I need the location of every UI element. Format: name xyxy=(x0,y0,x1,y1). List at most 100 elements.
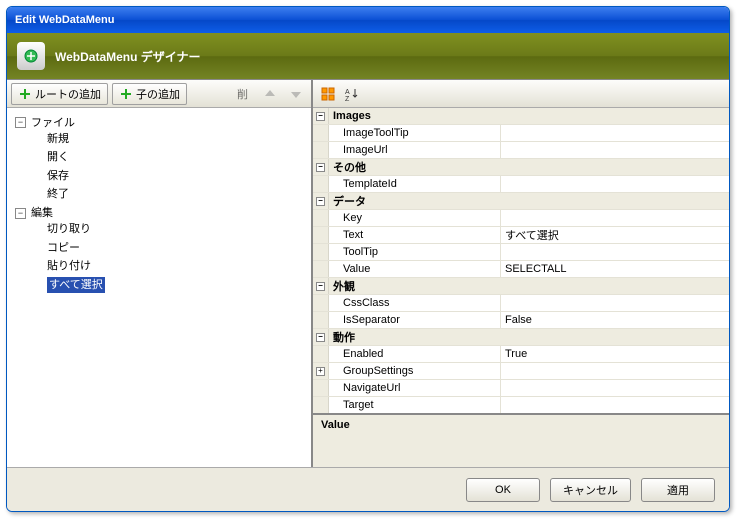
tree-item-label: すべて選択 xyxy=(47,277,105,293)
property-row[interactable]: ImageToolTip xyxy=(313,125,729,142)
category-name: 動作 xyxy=(329,329,501,345)
move-down-button[interactable] xyxy=(285,83,307,105)
tree-item[interactable]: 切り取り xyxy=(29,221,93,237)
tree-item-label: 新規 xyxy=(47,131,69,147)
property-value[interactable] xyxy=(501,295,729,311)
tree-node: 切り取り xyxy=(29,221,307,240)
tree-item[interactable]: すべて選択 xyxy=(29,277,107,293)
property-value[interactable] xyxy=(501,363,729,379)
add-child-button[interactable]: 子の追加 xyxy=(112,83,187,105)
property-row[interactable]: +GroupSettings xyxy=(313,363,729,380)
tree-item[interactable]: 新規 xyxy=(29,131,71,147)
row-gutter xyxy=(313,125,329,141)
minus-icon: − xyxy=(316,282,325,291)
cancel-button[interactable]: キャンセル xyxy=(550,478,631,502)
alpha-sort-icon[interactable]: AZ xyxy=(343,85,361,103)
delete-button[interactable]: 削 xyxy=(230,83,255,105)
tree-item-label: 開く xyxy=(47,149,69,165)
designer-title: WebDataMenu デザイナー xyxy=(55,48,201,65)
category-name: Images xyxy=(329,108,501,124)
tree-item[interactable]: コピー xyxy=(29,240,82,256)
apply-button[interactable]: 適用 xyxy=(641,478,715,502)
category-expander[interactable]: − xyxy=(313,278,329,294)
property-category[interactable]: −外観 xyxy=(313,278,729,295)
property-name: Target xyxy=(329,397,501,413)
category-expander[interactable]: − xyxy=(313,193,329,209)
title-bar[interactable]: Edit WebDataMenu xyxy=(7,7,729,33)
tree-item[interactable]: 開く xyxy=(29,149,71,165)
dialog-window: Edit WebDataMenu WebDataMenu デザイナー ルートの追… xyxy=(6,6,730,512)
svg-text:Z: Z xyxy=(345,96,350,101)
property-row[interactable]: Key xyxy=(313,210,729,227)
property-value[interactable] xyxy=(501,210,729,226)
tree-item[interactable]: 終了 xyxy=(29,186,71,202)
row-gutter xyxy=(313,295,329,311)
property-value[interactable] xyxy=(501,244,729,260)
row-gutter xyxy=(313,176,329,192)
tree-expander-none xyxy=(31,242,42,253)
plus-icon[interactable]: + xyxy=(316,367,325,376)
category-expander[interactable]: − xyxy=(313,159,329,175)
plus-green-icon xyxy=(18,87,32,101)
tree-item[interactable]: 貼り付け xyxy=(29,258,93,274)
tree-item[interactable]: −編集 xyxy=(13,205,55,221)
property-row[interactable]: ImageUrl xyxy=(313,142,729,159)
property-name: Enabled xyxy=(329,346,501,362)
categorized-icon[interactable] xyxy=(319,85,337,103)
property-category[interactable]: −データ xyxy=(313,193,729,210)
add-child-label: 子の追加 xyxy=(136,86,180,102)
property-row[interactable]: ValueSELECTALL xyxy=(313,261,729,278)
minus-icon: − xyxy=(316,112,325,121)
menu-tree[interactable]: −ファイル新規開く保存終了−編集切り取りコピー貼り付けすべて選択 xyxy=(7,108,311,467)
tree-expander-none xyxy=(31,279,42,290)
left-pane: ルートの追加 子の追加 削 xyxy=(7,80,313,467)
tree-item-label: ファイル xyxy=(31,115,75,131)
tree-node: 保存 xyxy=(29,168,307,187)
property-value[interactable]: すべて選択 xyxy=(501,227,729,243)
property-row[interactable]: Target xyxy=(313,397,729,413)
tree-expander-none xyxy=(31,133,42,144)
row-gutter xyxy=(313,227,329,243)
property-value[interactable]: False xyxy=(501,312,729,328)
tree-toolbar: ルートの追加 子の追加 削 xyxy=(7,80,311,108)
property-row[interactable]: TemplateId xyxy=(313,176,729,193)
property-row[interactable]: Textすべて選択 xyxy=(313,227,729,244)
property-row[interactable]: NavigateUrl xyxy=(313,380,729,397)
tree-item[interactable]: 保存 xyxy=(29,168,71,184)
tree-node: −編集切り取りコピー貼り付けすべて選択 xyxy=(13,205,307,296)
add-root-button[interactable]: ルートの追加 xyxy=(11,83,108,105)
property-value[interactable] xyxy=(501,125,729,141)
tree-node: 貼り付け xyxy=(29,258,307,277)
property-row[interactable]: EnabledTrue xyxy=(313,346,729,363)
property-name: NavigateUrl xyxy=(329,380,501,396)
tree-expander[interactable]: − xyxy=(15,208,26,219)
tree-node: 終了 xyxy=(29,186,307,205)
property-name: CssClass xyxy=(329,295,501,311)
category-expander[interactable]: − xyxy=(313,329,329,345)
ok-button[interactable]: OK xyxy=(466,478,540,502)
property-value[interactable]: True xyxy=(501,346,729,362)
property-name: TemplateId xyxy=(329,176,501,192)
row-gutter xyxy=(313,380,329,396)
property-grid[interactable]: −ImagesImageToolTipImageUrl−その他TemplateI… xyxy=(313,108,729,413)
property-row[interactable]: CssClass xyxy=(313,295,729,312)
property-row[interactable]: ToolTip xyxy=(313,244,729,261)
property-name: ImageUrl xyxy=(329,142,501,158)
category-expander[interactable]: − xyxy=(313,108,329,124)
property-category[interactable]: −Images xyxy=(313,108,729,125)
tree-expander[interactable]: − xyxy=(15,117,26,128)
tree-item[interactable]: −ファイル xyxy=(13,115,77,131)
property-value[interactable] xyxy=(501,397,729,413)
property-value[interactable] xyxy=(501,176,729,192)
property-category[interactable]: −動作 xyxy=(313,329,729,346)
property-value[interactable]: SELECTALL xyxy=(501,261,729,277)
minus-icon: − xyxy=(316,163,325,172)
menu-designer-icon xyxy=(17,42,45,70)
tree-node: 新規 xyxy=(29,131,307,150)
move-up-button[interactable] xyxy=(259,83,281,105)
row-gutter xyxy=(313,142,329,158)
property-row[interactable]: IsSeparatorFalse xyxy=(313,312,729,329)
property-category[interactable]: −その他 xyxy=(313,159,729,176)
property-value[interactable] xyxy=(501,142,729,158)
property-value[interactable] xyxy=(501,380,729,396)
